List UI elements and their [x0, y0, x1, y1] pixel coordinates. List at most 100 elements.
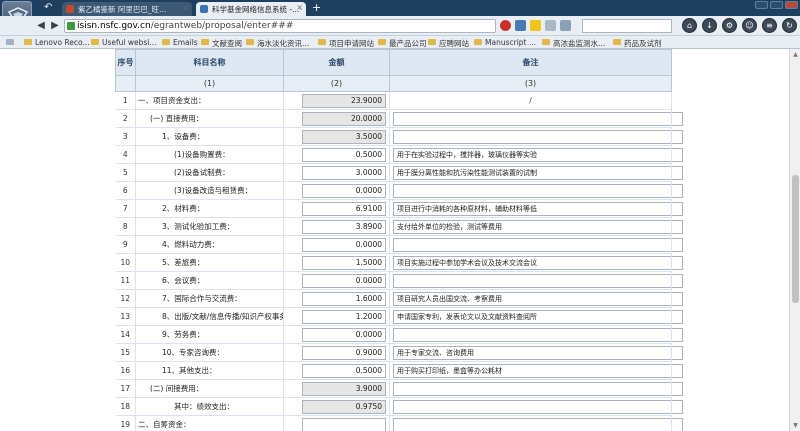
address-host: isisn.nsfc.gov.cn [77, 21, 151, 31]
note-input[interactable] [393, 183, 683, 198]
note-input[interactable] [393, 273, 683, 288]
row-number: 18 [115, 397, 136, 416]
bookmark-item[interactable]: Lenovo Reco... [24, 38, 90, 47]
bookmark-item[interactable]: 药品及试剂 [613, 38, 662, 48]
note-input[interactable] [393, 129, 683, 144]
amount-input[interactable]: 3.0000 [302, 165, 386, 180]
note-input[interactable]: 用于专家交流、咨询费用 [393, 345, 683, 360]
adblock-icon[interactable] [500, 20, 511, 31]
amount-input[interactable]: 0.9000 [302, 345, 386, 360]
page-content: 序号 科目名称 金额 备注 (1) (2) (3) 1 一、项目资金支出： 23.9… [0, 49, 789, 431]
vertical-scrollbar[interactable]: ▲ ▼ [789, 49, 800, 431]
bookmarks-bar: ⌂ Lenovo Reco... Useful websi... Emails … [0, 36, 800, 49]
amount-cell: 1.5000 [283, 253, 390, 272]
sync-icon[interactable]: ↻ [782, 18, 797, 33]
address-bar[interactable]: isisn.nsfc.gov.cn/egrantweb/proposal/ent… [64, 19, 496, 33]
amount-input[interactable]: 1.6000 [302, 291, 386, 306]
scroll-down-icon[interactable]: ▼ [792, 422, 799, 429]
amount-input[interactable]: 3.8900 [302, 219, 386, 234]
reload-icon[interactable] [560, 20, 571, 31]
row-number: 12 [115, 289, 136, 308]
close-window-button[interactable] [785, 1, 798, 9]
note-input[interactable]: 项目实施过程中参加学术会议及技术交流会议 [393, 255, 683, 270]
translate-icon[interactable] [515, 20, 526, 31]
note-cell: 支付给外单位的检验，测试等费用 [389, 217, 683, 236]
note-input[interactable] [393, 327, 683, 342]
note-input[interactable] [393, 417, 683, 431]
amount-input[interactable] [302, 417, 386, 431]
row-number: 9 [115, 235, 136, 254]
table-row: 2 (一) 直接费用： 20.0000 [115, 109, 683, 128]
amount-input[interactable]: 0.0000 [302, 183, 386, 198]
tab-alibaba[interactable]: 紫乙橘鉴新 阿里巴巴_旺... × [62, 2, 192, 16]
tab-label: 紫乙橘鉴新 阿里巴巴_旺... [78, 5, 167, 14]
amount-input[interactable]: 0.0000 [302, 237, 386, 252]
bookmark-item[interactable]: 高浓盐监测水... [542, 38, 605, 48]
amount-input[interactable]: 0.5000 [302, 363, 386, 378]
home-icon[interactable]: ⌂ [682, 18, 697, 33]
note-cell: 项目研究人员出国交流、考察费用 [389, 289, 683, 308]
note-input[interactable]: 支付给外单位的检验，测试等费用 [393, 219, 683, 234]
note-input[interactable] [393, 399, 683, 414]
bookmark-item[interactable]: 最产品公司 [378, 38, 427, 48]
note-input[interactable]: 用于在实验过程中，搅拌器，玻璃仪器等实验 [393, 147, 683, 162]
tab-strip: ↶ 紫乙橘鉴新 阿里巴巴_旺... × 科学基金网络信息系统 -... × + [0, 0, 800, 31]
amount-input[interactable]: 1.2000 [302, 309, 386, 324]
new-tab-button[interactable]: + [312, 1, 321, 14]
note-input[interactable] [393, 381, 683, 396]
user-icon[interactable]: ☺ [742, 18, 757, 33]
home-bookmark-icon[interactable]: ⌂ [6, 38, 14, 47]
maximize-button[interactable] [770, 1, 783, 9]
row-number: 19 [115, 415, 136, 431]
bookmark-item[interactable]: Useful websi... [91, 38, 157, 47]
table-row: 1 一、项目资金支出： 23.9000 / [115, 91, 672, 110]
bookmark-item[interactable]: Manuscript ... [474, 38, 536, 47]
note-input[interactable]: 用于购买打印纸，墨盒等办公耗材 [393, 363, 683, 378]
row-number: 6 [115, 181, 136, 200]
search-input[interactable] [582, 19, 672, 33]
amount-input[interactable]: 0.0000 [302, 327, 386, 342]
note-input[interactable] [393, 237, 683, 252]
reader-icon[interactable] [545, 20, 556, 31]
bookmark-item[interactable]: 文献查阅 [201, 38, 242, 48]
item-name: 9、劳务费： [135, 325, 284, 344]
note-input[interactable]: 项目进行中消耗的各种原材料，辅助材料等低 [393, 201, 683, 216]
minimize-button[interactable] [755, 1, 768, 9]
scroll-up-icon[interactable]: ▲ [792, 51, 799, 58]
amount-input[interactable]: 6.9100 [302, 201, 386, 216]
bookmark-item[interactable]: 应聘网站 [428, 38, 469, 48]
scrollbar-thumb[interactable] [792, 175, 799, 303]
bookmark-item[interactable]: 项目申请网站 [318, 38, 374, 48]
gear-icon[interactable]: ⚙ [722, 18, 737, 33]
item-name: 1、设备费： [135, 127, 284, 146]
undo-close-icon[interactable]: ↶ [44, 2, 52, 13]
note-input[interactable]: 申请国家专利，发表论文以及文献资料查阅所 [393, 309, 683, 324]
amount-input[interactable]: 0.5000 [302, 147, 386, 162]
note-input[interactable] [393, 111, 683, 126]
amount-cell: 1.2000 [283, 307, 390, 326]
note-input[interactable]: 项目研究人员出国交流、考察费用 [393, 291, 683, 306]
bookmark-item[interactable]: 海水淡化资讯... [246, 38, 309, 48]
header-note: 备注 [389, 49, 672, 76]
amount-input[interactable]: 1.5000 [302, 255, 386, 270]
star-bookmark-icon[interactable] [530, 20, 541, 31]
tab-nsfc[interactable]: 科学基金网络信息系统 -... × [196, 2, 306, 16]
note-cell: 项目实施过程中参加学术会议及技术交流会议 [389, 253, 683, 272]
back-arrow-icon[interactable]: ◀ [34, 19, 48, 33]
forward-arrow-icon[interactable]: ▶ [48, 19, 62, 33]
bookmark-item[interactable]: Emails [162, 38, 198, 47]
note-input[interactable]: 用于膜分离性能和抗污染性能测试装置的试制 [393, 165, 683, 180]
amount-input: 3.9000 [302, 381, 386, 396]
item-name: 5、差旅费： [135, 253, 284, 272]
close-tab-icon[interactable]: × [296, 3, 303, 12]
amount-input[interactable]: 0.0000 [302, 273, 386, 288]
download-icon[interactable]: ↓ [702, 18, 717, 33]
note-cell: 用于专家交流、咨询费用 [389, 343, 683, 362]
tab-favicon-icon [66, 5, 74, 13]
table-row: 4 (1)设备购置费： 0.5000 用于在实验过程中，搅拌器，玻璃仪器等实验 [115, 145, 683, 164]
menu-icon[interactable]: ≡ [762, 18, 777, 33]
amount-cell: 0.5000 [283, 361, 390, 380]
row-number: 1 [115, 91, 136, 110]
close-tab-icon[interactable]: × [182, 3, 189, 12]
table-row: 6 (3)设备改造与租赁费： 0.0000 [115, 181, 683, 200]
